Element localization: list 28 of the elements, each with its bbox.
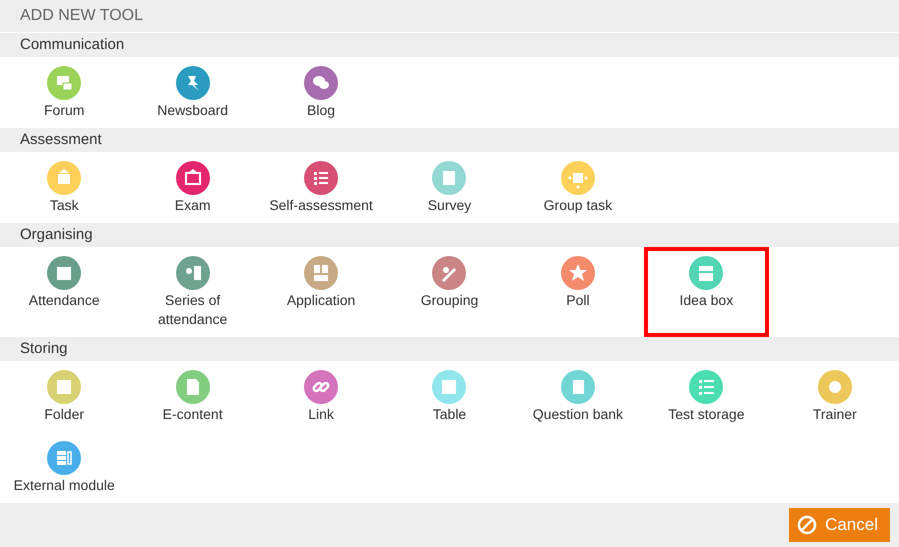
section-heading: Assessment: [19, 130, 103, 150]
tool-item[interactable]: Attendance: [2, 247, 126, 337]
tool-item[interactable]: Table: [387, 361, 512, 432]
tool-item[interactable]: Task: [2, 152, 126, 223]
tool-item[interactable]: Series of attendance: [130, 247, 255, 337]
tool-item[interactable]: Application: [258, 247, 384, 337]
tool-item[interactable]: Grouping: [387, 247, 512, 337]
tool-item[interactable]: Link: [258, 361, 384, 432]
dialog-title: ADD NEW TOOL: [0, 0, 899, 33]
tool-item[interactable]: Survey: [387, 152, 512, 223]
tool-item[interactable]: Test storage: [644, 361, 769, 432]
tool-item[interactable]: Blog: [258, 57, 384, 128]
tool-item[interactable]: Folder: [2, 361, 126, 432]
tool-item[interactable]: Idea box: [644, 247, 769, 337]
tool-item[interactable]: Exam: [130, 152, 255, 223]
tool-item[interactable]: Forum: [2, 57, 126, 128]
tool-item[interactable]: Question bank: [516, 361, 640, 432]
tool-item[interactable]: Poll: [516, 247, 640, 337]
tool-item[interactable]: E-content: [130, 361, 255, 432]
tool-item[interactable]: Group task: [516, 152, 640, 223]
section-heading: Organising: [19, 225, 94, 245]
tool-item[interactable]: External module: [2, 432, 126, 503]
tool-item[interactable]: Self-assessment: [258, 152, 384, 223]
tool-item[interactable]: Trainer: [772, 361, 897, 432]
section-heading: Storing: [19, 339, 69, 359]
cancel-icon: [797, 514, 818, 535]
tool-item[interactable]: Newsboard: [130, 57, 255, 128]
section-heading: Communication: [19, 35, 126, 55]
